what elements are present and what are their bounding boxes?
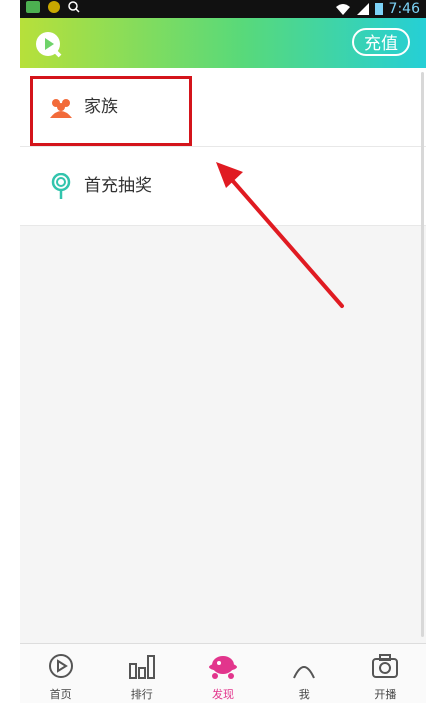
nav-item-me[interactable]: 我 [264, 644, 345, 703]
profile-icon [293, 666, 316, 679]
status-bar: 7:46 [20, 0, 426, 18]
notification-icon [26, 1, 40, 13]
app-frame: 7:46 充值 家族 首充抽奖 首页 排行 发现 我 开播 [20, 0, 426, 703]
lollipop-icon [51, 173, 71, 199]
discover-icon [209, 656, 237, 679]
nav-item-discover[interactable]: 发现 [182, 644, 263, 703]
app-logo-icon [36, 32, 62, 58]
scrollbar[interactable] [421, 72, 424, 637]
recharge-button[interactable]: 充值 [352, 28, 410, 56]
bottom-nav: 首页 排行 发现 我 开播 [20, 643, 426, 703]
nav-item-go-live[interactable]: 开播 [345, 644, 426, 703]
wifi-icon [335, 4, 350, 15]
nav-item-label: 开播 [374, 688, 397, 701]
ranking-icon [128, 655, 155, 679]
nav-item-label: 发现 [212, 688, 234, 701]
list-item-first-recharge-lottery[interactable]: 首充抽奖 [20, 147, 426, 226]
annotation-highlight-box [30, 76, 192, 146]
status-time: 7:46 [388, 1, 420, 17]
nav-item-label: 排行 [130, 688, 153, 701]
camera-icon [372, 654, 399, 678]
search-icon [68, 1, 80, 13]
app-header: 充值 [20, 18, 426, 68]
battery-icon [374, 3, 383, 15]
signal-icon [356, 3, 369, 15]
app-notification-icon [48, 1, 60, 13]
nav-item-label: 首页 [49, 688, 72, 701]
nav-item-label: 我 [298, 688, 310, 701]
nav-item-ranking[interactable]: 排行 [101, 644, 182, 703]
play-icon [48, 654, 73, 678]
list-item-label: 首充抽奖 [84, 176, 152, 196]
nav-item-home[interactable]: 首页 [20, 644, 101, 703]
